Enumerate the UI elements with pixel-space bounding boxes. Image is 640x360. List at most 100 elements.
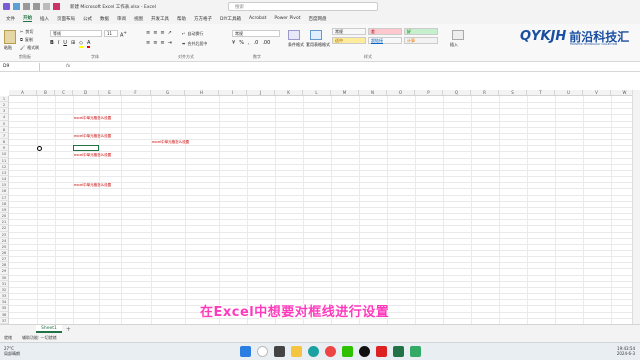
excel-icon[interactable]: [393, 346, 404, 357]
number-format-select[interactable]: 常规: [232, 30, 280, 37]
tab-data[interactable]: 数据: [100, 16, 109, 22]
tab-insert[interactable]: 插入: [40, 16, 49, 22]
column-header-r[interactable]: R: [471, 90, 499, 96]
tab-home[interactable]: 开始: [23, 15, 32, 22]
format-painter-button[interactable]: 🖌 格式刷: [20, 44, 39, 51]
insert-cells-label[interactable]: 插入: [450, 42, 458, 48]
paste-icon[interactable]: [4, 30, 16, 44]
tab-baidu-netdisk[interactable]: 百度网盘: [309, 16, 327, 22]
style-neutral[interactable]: 适中: [332, 37, 366, 44]
comma-icon[interactable]: ,: [248, 40, 250, 46]
font-color-icon[interactable]: A: [87, 40, 91, 48]
task-view-icon[interactable]: [274, 346, 285, 357]
tab-view[interactable]: 视图: [134, 16, 143, 22]
percent-icon[interactable]: %: [239, 40, 244, 46]
column-header-e[interactable]: E: [99, 90, 121, 96]
add-sheet-button[interactable]: +: [66, 326, 71, 333]
indent-icon[interactable]: ⇥: [168, 40, 172, 46]
tab-formulas[interactable]: 公式: [83, 16, 92, 22]
row-header-37[interactable]: 37: [0, 317, 9, 324]
wrap-text-button[interactable]: ↵ 自动换行: [182, 30, 203, 37]
column-header-f[interactable]: F: [121, 90, 151, 96]
cut-button[interactable]: ✂ 剪切: [20, 28, 33, 35]
autosave-icon[interactable]: [3, 3, 10, 10]
app-red-icon[interactable]: [376, 346, 387, 357]
column-header-m[interactable]: M: [331, 90, 359, 96]
tab-diy-toolbox[interactable]: DIY工具箱: [220, 16, 241, 22]
spreadsheet-grid[interactable]: ABCDEFGHIJKLMNOPQRSTUVWX1234567891011121…: [0, 90, 640, 325]
tab-developer[interactable]: 开发工具: [151, 16, 169, 22]
save-icon[interactable]: [13, 3, 20, 10]
column-header-v[interactable]: V: [583, 90, 611, 96]
align-left-icon[interactable]: ≡: [146, 40, 150, 46]
table-format-label[interactable]: 套用表格格式: [306, 42, 332, 48]
name-box[interactable]: D9: [0, 62, 40, 71]
column-header-t[interactable]: T: [527, 90, 555, 96]
tab-fangfangezi[interactable]: 方方格子: [194, 16, 212, 22]
app-blue-icon[interactable]: [410, 346, 421, 357]
selected-cell[interactable]: [73, 145, 99, 152]
tab-file[interactable]: 文件: [6, 16, 15, 22]
column-header-i[interactable]: I: [219, 90, 247, 96]
style-calculation[interactable]: 计算: [404, 37, 438, 44]
column-header-g[interactable]: G: [151, 90, 185, 96]
column-header-d[interactable]: D: [73, 90, 99, 96]
chrome-icon[interactable]: [325, 346, 336, 357]
align-top-icon[interactable]: ≡: [146, 30, 150, 36]
wechat-icon[interactable]: [342, 346, 353, 357]
column-header-a[interactable]: A: [9, 90, 37, 96]
border-icon[interactable]: ⊞: [71, 40, 75, 48]
style-good[interactable]: 好: [404, 28, 438, 35]
column-header-j[interactable]: J: [247, 90, 275, 96]
weather-widget[interactable]: 27°C 局部晴朗: [4, 346, 20, 356]
align-right-icon[interactable]: ≡: [160, 40, 164, 46]
fill-color-icon[interactable]: ◇: [79, 40, 84, 48]
paste-label[interactable]: 粘贴: [4, 45, 12, 51]
tab-review[interactable]: 审阅: [117, 16, 126, 22]
qq-icon[interactable]: [359, 346, 370, 357]
column-header-u[interactable]: U: [555, 90, 583, 96]
column-header-n[interactable]: N: [359, 90, 387, 96]
search-input[interactable]: 搜索: [228, 2, 378, 11]
sheet-tab-sheet1[interactable]: Sheet1: [36, 325, 62, 333]
table-format-icon[interactable]: [310, 30, 322, 40]
currency-icon[interactable]: ¥: [232, 40, 235, 46]
redo-icon[interactable]: [33, 3, 40, 10]
style-hyperlink[interactable]: 超链接: [368, 37, 402, 44]
undo-icon[interactable]: [23, 3, 30, 10]
copy-button[interactable]: ⧉ 复制: [20, 36, 33, 43]
taskbar-search-icon[interactable]: [257, 346, 268, 357]
font-size-select[interactable]: 11: [104, 30, 118, 37]
cell-text[interactable]: excel中单元格怎么设置: [74, 153, 111, 158]
tab-help[interactable]: 帮助: [177, 16, 186, 22]
tab-acrobat[interactable]: Acrobat: [249, 16, 266, 21]
qa-sort-icon[interactable]: [53, 3, 60, 10]
system-tray[interactable]: 19:43:54 2024-6-3: [560, 346, 635, 356]
explorer-icon[interactable]: [291, 346, 302, 357]
column-header-l[interactable]: L: [303, 90, 331, 96]
column-header-o[interactable]: O: [387, 90, 415, 96]
decrease-decimal-icon[interactable]: .00: [262, 40, 270, 46]
column-header-c[interactable]: C: [55, 90, 73, 96]
status-accessibility[interactable]: 辅助功能: 一切就绪: [22, 335, 57, 341]
edge-icon[interactable]: [308, 346, 319, 357]
font-name-select[interactable]: 等线: [50, 30, 102, 37]
grow-font-icon[interactable]: A+: [120, 30, 127, 39]
style-normal[interactable]: 常规: [332, 28, 366, 35]
vertical-scrollbar[interactable]: [632, 90, 640, 324]
bold-icon[interactable]: B: [50, 40, 54, 48]
column-header-h[interactable]: H: [185, 90, 219, 96]
align-middle-icon[interactable]: ≡: [153, 30, 157, 36]
underline-icon[interactable]: U: [63, 40, 67, 48]
column-header-p[interactable]: P: [415, 90, 443, 96]
italic-icon[interactable]: I: [58, 40, 59, 48]
conditional-format-label[interactable]: 条件格式: [288, 42, 308, 48]
column-header-s[interactable]: S: [499, 90, 527, 96]
windows-start-icon[interactable]: [240, 346, 251, 357]
align-center-icon[interactable]: ≡: [153, 40, 157, 46]
formula-expanded-area[interactable]: [0, 72, 640, 90]
column-header-q[interactable]: Q: [443, 90, 471, 96]
tab-power-pivot[interactable]: Power Pivot: [274, 16, 300, 21]
orientation-icon[interactable]: ↗: [168, 30, 172, 36]
insert-cells-icon[interactable]: [452, 30, 464, 40]
